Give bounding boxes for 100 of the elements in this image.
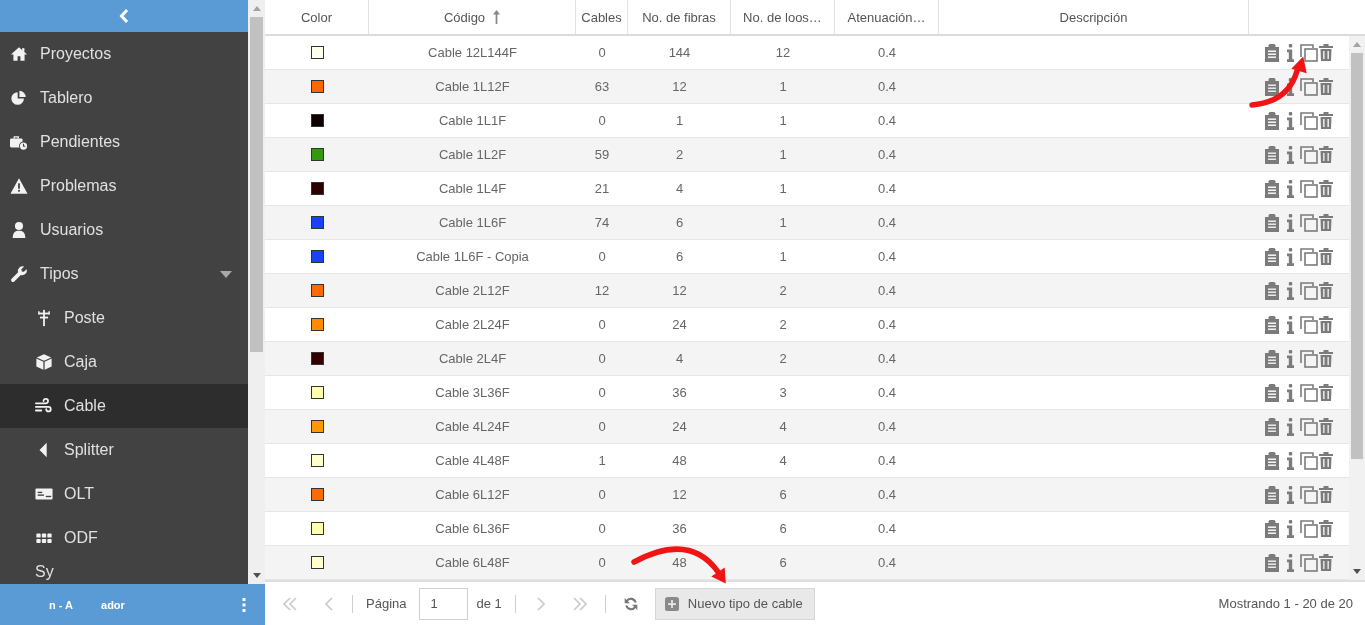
clipboard-icon[interactable] (1265, 213, 1279, 232)
copy-icon[interactable] (1300, 417, 1318, 436)
nav-item[interactable]: Usuarios (0, 208, 248, 252)
trash-icon[interactable] (1319, 248, 1333, 265)
table-cell: 0.4 (877, 283, 897, 298)
copy-icon[interactable] (1300, 485, 1318, 504)
trash-icon[interactable] (1319, 180, 1333, 197)
info-icon[interactable] (1287, 247, 1294, 266)
table-cell: Cable 1L1F (438, 113, 507, 128)
clipboard-icon[interactable] (1265, 519, 1279, 538)
info-icon[interactable] (1287, 111, 1294, 130)
copy-icon[interactable] (1300, 179, 1318, 198)
copy-icon[interactable] (1300, 553, 1318, 572)
clipboard-icon[interactable] (1265, 553, 1279, 572)
scrollbar[interactable] (1349, 36, 1365, 580)
info-icon[interactable] (1287, 145, 1294, 164)
clipboard-icon[interactable] (1265, 247, 1279, 266)
copy-icon[interactable] (1300, 111, 1318, 130)
scrollbar-thumb[interactable] (1351, 53, 1363, 459)
table-cell: Cable 1L6F - Copia (416, 249, 529, 264)
info-icon[interactable] (1287, 383, 1294, 402)
clipboard-icon[interactable] (1265, 451, 1279, 470)
clipboard-icon[interactable] (1265, 145, 1279, 164)
info-icon[interactable] (1287, 179, 1294, 198)
copy-icon[interactable] (1300, 247, 1318, 266)
clipboard-icon[interactable] (1265, 417, 1279, 436)
column-header[interactable]: Descripción (1059, 9, 1128, 25)
copy-icon[interactable] (1300, 213, 1318, 232)
info-icon[interactable] (1287, 553, 1294, 572)
clipboard-icon[interactable] (1265, 315, 1279, 334)
page-label: Página (366, 596, 407, 611)
trash-icon[interactable] (1319, 214, 1333, 231)
home-icon (10, 45, 28, 63)
info-icon[interactable] (1287, 77, 1294, 96)
trash-icon[interactable] (1319, 520, 1333, 537)
clipboard-icon[interactable] (1265, 179, 1279, 198)
copy-icon[interactable] (1300, 349, 1318, 368)
page-input[interactable]: 1 (419, 587, 469, 620)
trash-icon[interactable] (1319, 554, 1333, 571)
copy-icon[interactable] (1300, 383, 1318, 402)
nav-item[interactable]: OLT (0, 472, 248, 516)
info-icon[interactable] (1287, 485, 1294, 504)
nav-item[interactable]: Cable (0, 384, 248, 428)
nav-item[interactable]: Proyectos (0, 32, 248, 76)
clipboard-icon[interactable] (1265, 485, 1279, 504)
trash-icon[interactable] (1319, 316, 1333, 333)
trash-icon[interactable] (1319, 452, 1333, 469)
info-icon[interactable] (1287, 417, 1294, 436)
column-header[interactable]: Código (443, 9, 486, 25)
info-icon[interactable] (1287, 281, 1294, 300)
clipboard-icon[interactable] (1265, 111, 1279, 130)
copy-icon[interactable] (1300, 77, 1318, 96)
trash-icon[interactable] (1319, 78, 1333, 95)
clipboard-icon[interactable] (1265, 349, 1279, 368)
nav-item[interactable]: Tablero (0, 76, 248, 120)
copy-icon[interactable] (1300, 281, 1318, 300)
trash-icon[interactable] (1319, 486, 1333, 503)
clipboard-icon[interactable] (1265, 281, 1279, 300)
info-icon[interactable] (1287, 315, 1294, 334)
copy-icon[interactable] (1300, 519, 1318, 538)
copy-icon[interactable] (1300, 315, 1318, 334)
copy-icon[interactable] (1300, 451, 1318, 470)
nav-item[interactable]: Tipos (0, 252, 248, 296)
kebab-menu-icon[interactable] (242, 597, 246, 612)
copy-icon[interactable] (1300, 145, 1318, 164)
info-icon[interactable] (1287, 43, 1294, 62)
table-cell: 0.4 (877, 215, 897, 230)
column-header[interactable]: Cables (581, 9, 622, 25)
info-icon[interactable] (1287, 519, 1294, 538)
info-icon[interactable] (1287, 451, 1294, 470)
clipboard-icon[interactable] (1265, 383, 1279, 402)
nav-item[interactable]: Problemas (0, 164, 248, 208)
column-header[interactable]: Color (300, 9, 333, 25)
copy-icon[interactable] (1300, 43, 1318, 62)
nav-item[interactable]: Pendientes (0, 120, 248, 164)
column-header[interactable]: Atenuación… (847, 9, 926, 25)
trash-icon[interactable] (1319, 384, 1333, 401)
nav-item[interactable]: Caja (0, 340, 248, 384)
info-icon[interactable] (1287, 349, 1294, 368)
nav-item[interactable]: ODF (0, 516, 248, 560)
column-header[interactable]: No. de fibras (642, 9, 716, 25)
trash-icon[interactable] (1319, 44, 1333, 61)
trash-icon[interactable] (1319, 146, 1333, 163)
nav-item[interactable]: Splitter (0, 428, 248, 472)
info-icon[interactable] (1287, 213, 1294, 232)
trash-icon[interactable] (1319, 112, 1333, 129)
table-cell: 36 (672, 385, 687, 400)
new-cable-type-button[interactable]: Nuevo tipo de cable (654, 587, 815, 620)
nav-item[interactable]: Sy (0, 560, 248, 584)
trash-icon[interactable] (1319, 350, 1333, 367)
column-header[interactable]: No. de loos… (743, 9, 822, 25)
scrollbar[interactable] (248, 0, 265, 584)
scrollbar-thumb[interactable] (250, 17, 263, 352)
trash-icon[interactable] (1319, 418, 1333, 435)
refresh-button[interactable] (623, 596, 638, 611)
trash-icon[interactable] (1319, 282, 1333, 299)
clipboard-icon[interactable] (1265, 77, 1279, 96)
clipboard-icon[interactable] (1265, 43, 1279, 62)
sidebar-toggle-button[interactable] (0, 0, 248, 32)
nav-item[interactable]: Poste (0, 296, 248, 340)
